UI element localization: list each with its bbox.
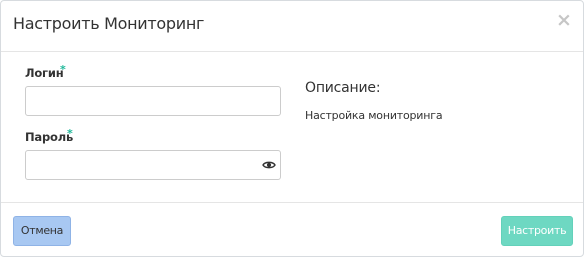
login-label: Логин — [25, 66, 64, 80]
password-input[interactable] — [25, 150, 281, 180]
description-text: Настройка мониторинга — [305, 109, 443, 122]
eye-icon[interactable] — [262, 160, 276, 170]
description-heading: Описание: — [305, 80, 381, 96]
configure-button[interactable]: Настроить — [501, 216, 573, 246]
configure-monitoring-dialog: Настроить Мониторинг × Логин * Пароль * … — [0, 0, 584, 257]
cancel-button[interactable]: Отмена — [13, 216, 71, 246]
login-input[interactable] — [25, 86, 281, 116]
dialog-header: Настроить Мониторинг × — [1, 1, 583, 52]
password-label: Пароль — [25, 130, 74, 144]
password-required-mark: * — [67, 127, 73, 140]
close-icon[interactable]: × — [556, 10, 572, 30]
login-required-mark: * — [60, 63, 66, 76]
dialog-title: Настроить Мониторинг — [13, 14, 205, 33]
dialog-footer-divider — [1, 202, 583, 203]
